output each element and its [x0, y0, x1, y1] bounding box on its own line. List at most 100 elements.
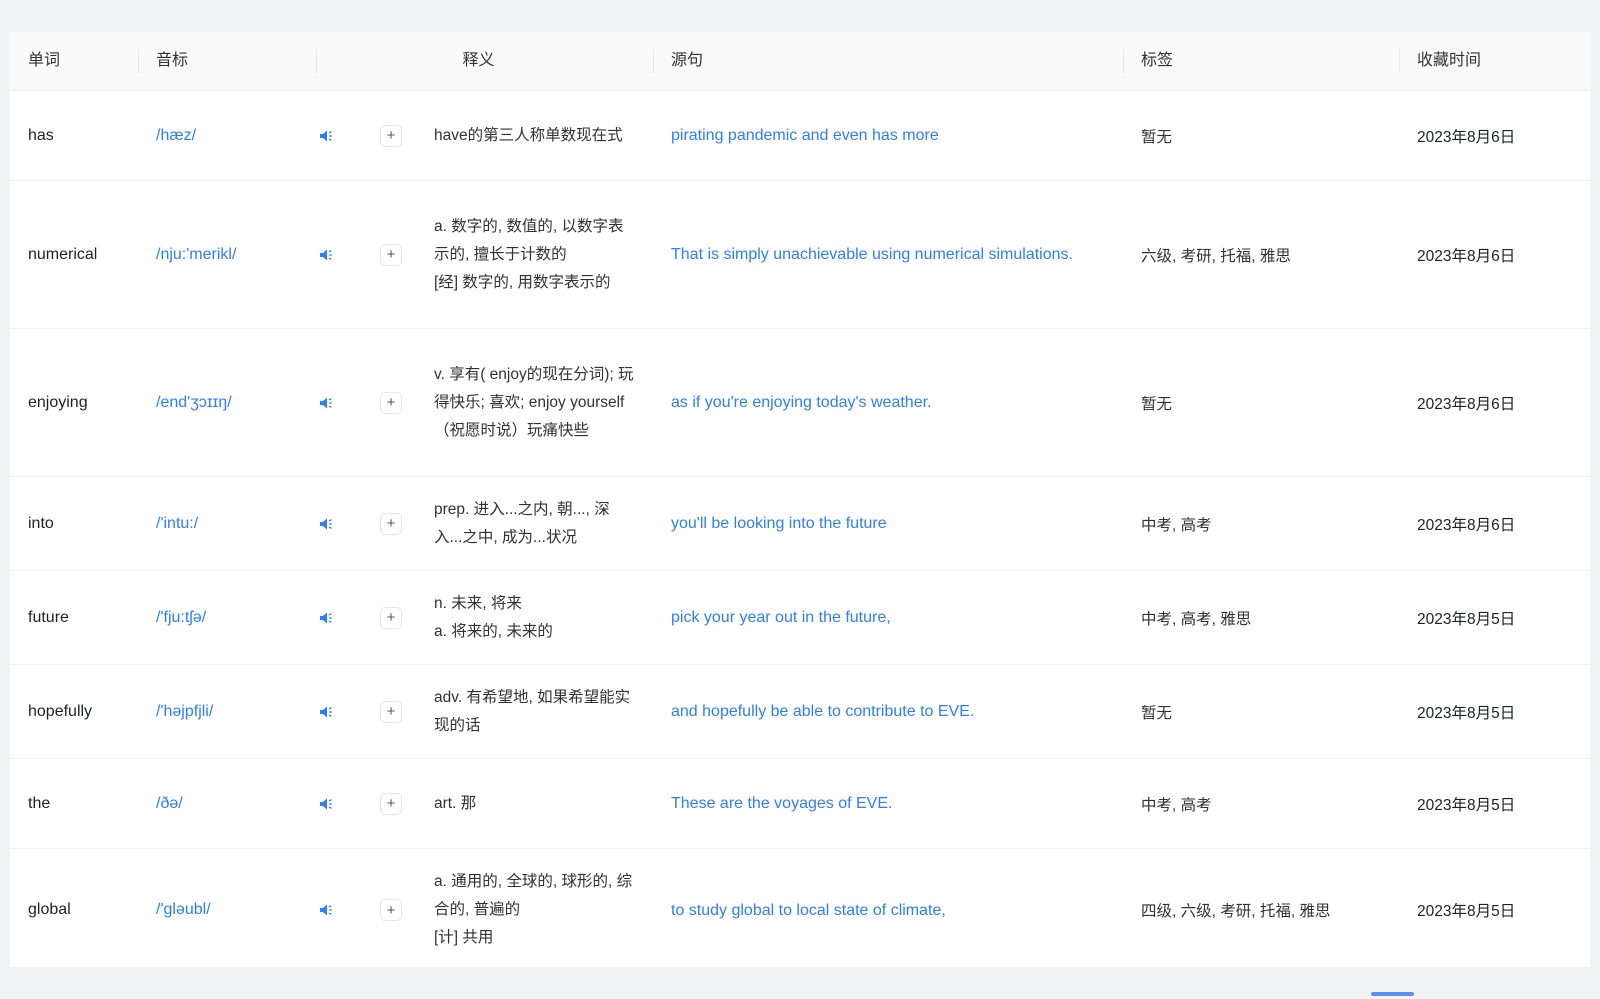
cell-word: into [10, 515, 138, 533]
cell-sentence[interactable]: as if you're enjoying today's weather. [653, 381, 1123, 424]
cell-tags: 四级, 六级, 考研, 托福, 雅思 [1123, 899, 1399, 921]
add-to-list-button[interactable]: + [380, 392, 402, 414]
definition-text: art. 那 [434, 795, 476, 812]
sentence-text: These are the voyages of EVE. [671, 795, 892, 812]
tags-text: 中考, 高考 [1141, 513, 1212, 535]
cell-sentence[interactable]: That is simply unachievable using numeri… [653, 233, 1123, 276]
cell-word: has [10, 127, 138, 145]
phonetic-text: /nju:'merikl/ [156, 246, 236, 264]
phonetic-text: /hæz/ [156, 127, 196, 145]
speaker-icon[interactable] [316, 793, 338, 815]
cell-phonetic: /nju:'merikl/ [138, 246, 316, 264]
cell-phonetic: /'gləubl/ [138, 901, 316, 919]
cell-definition: have的第三人称单数现在式 [416, 114, 653, 158]
definition-text: have的第三人称单数现在式 [434, 127, 623, 144]
word-text: global [28, 901, 71, 919]
speaker-icon[interactable] [316, 125, 338, 147]
column-header-tags[interactable]: 标签 [1123, 45, 1399, 77]
column-header-word-label: 单词 [28, 45, 60, 77]
speaker-icon[interactable] [316, 513, 338, 535]
table-row[interactable]: the /ðə/ + art. 那 These are the voyages … [10, 759, 1590, 849]
cell-date: 2023年8月5日 [1399, 793, 1589, 815]
tags-text: 暂无 [1141, 125, 1172, 147]
cell-tags: 暂无 [1123, 701, 1399, 723]
cell-date: 2023年8月5日 [1399, 607, 1589, 629]
cell-definition: prep. 进入...之内, 朝..., 深入...之中, 成为...状况 [416, 488, 653, 560]
column-header-definition[interactable]: 释义 [416, 45, 653, 77]
speaker-icon[interactable] [316, 392, 338, 414]
add-to-list-button[interactable]: + [380, 899, 402, 921]
cell-sentence[interactable]: pick your year out in the future, [653, 596, 1123, 639]
table-row[interactable]: has /hæz/ + have的第三人称单数现在式 pirating pand… [10, 91, 1590, 181]
add-to-list-button[interactable]: + [380, 701, 402, 723]
column-header-phonetic[interactable]: 音标 [138, 45, 316, 77]
date-text: 2023年8月5日 [1417, 607, 1515, 629]
add-to-list-button[interactable]: + [380, 607, 402, 629]
date-text: 2023年8月6日 [1417, 392, 1515, 414]
phonetic-text: /'fju:tʃə/ [156, 609, 206, 627]
column-header-word[interactable]: 单词 [10, 45, 138, 77]
cell-sentence[interactable]: and hopefully be able to contribute to E… [653, 690, 1123, 733]
table-row[interactable]: numerical /nju:'merikl/ + a. 数字的, 数值的, 以… [10, 181, 1590, 329]
word-text: has [28, 127, 54, 145]
table-row[interactable]: global /'gləubl/ + a. 通用的, 全球的, 球形的, 综合的… [10, 849, 1590, 967]
column-header-audio [316, 45, 416, 77]
speaker-icon[interactable] [316, 701, 338, 723]
speaker-icon[interactable] [316, 899, 338, 921]
scroll-indicator[interactable] [1371, 992, 1414, 996]
sentence-text: you'll be looking into the future [671, 515, 887, 532]
page-root: 单词 音标 释义 源句 标签 收藏时间 has /hæz/ [0, 0, 1600, 999]
cell-date: 2023年8月5日 [1399, 701, 1589, 723]
table-row[interactable]: future /'fju:tʃə/ + n. 未来, 将来 a. 将来的, 未来… [10, 571, 1590, 665]
cell-sentence[interactable]: you'll be looking into the future [653, 502, 1123, 545]
column-header-tags-label: 标签 [1141, 45, 1173, 77]
cell-word: global [10, 901, 138, 919]
definition-text: n. 未来, 将来 a. 将来的, 未来的 [434, 595, 553, 640]
add-to-list-button[interactable]: + [380, 244, 402, 266]
cell-phonetic: /hæz/ [138, 127, 316, 145]
table-body: has /hæz/ + have的第三人称单数现在式 pirating pand… [10, 91, 1590, 967]
cell-word: enjoying [10, 394, 138, 412]
date-text: 2023年8月5日 [1417, 701, 1515, 723]
cell-sentence[interactable]: to study global to local state of climat… [653, 889, 1123, 932]
sentence-text: as if you're enjoying today's weather. [671, 394, 931, 411]
vocabulary-table-card: 单词 音标 释义 源句 标签 收藏时间 has /hæz/ [10, 32, 1590, 967]
cell-audio-actions: + [316, 513, 416, 535]
sentence-text: pirating pandemic and even has more [671, 127, 939, 144]
phonetic-text: /'gləubl/ [156, 901, 211, 919]
speaker-icon[interactable] [316, 607, 338, 629]
cell-definition: adv. 有希望地, 如果希望能实现的话 [416, 676, 653, 748]
cell-audio-actions: + [316, 899, 416, 921]
add-to-list-button[interactable]: + [380, 513, 402, 535]
cell-sentence[interactable]: pirating pandemic and even has more [653, 114, 1123, 157]
column-header-definition-label: 释义 [462, 45, 494, 77]
add-to-list-button[interactable]: + [380, 125, 402, 147]
sentence-text: pick your year out in the future, [671, 609, 891, 626]
table-row[interactable]: enjoying /end'ʒɔɪɪŋ/ + v. 享有( enjoy的现在分词… [10, 329, 1590, 477]
cell-tags: 暂无 [1123, 392, 1399, 414]
word-text: the [28, 795, 50, 813]
date-text: 2023年8月6日 [1417, 244, 1515, 266]
sentence-text: and hopefully be able to contribute to E… [671, 703, 974, 720]
column-header-date[interactable]: 收藏时间 [1399, 45, 1589, 77]
cell-sentence[interactable]: These are the voyages of EVE. [653, 782, 1123, 825]
add-to-list-button[interactable]: + [380, 793, 402, 815]
sentence-text: That is simply unachievable using numeri… [671, 246, 1073, 263]
table-row[interactable]: into /'intu:/ + prep. 进入...之内, 朝..., 深入.… [10, 477, 1590, 571]
cell-definition: v. 享有( enjoy的现在分词); 玩得快乐; 喜欢; enjoy your… [416, 353, 653, 453]
cell-tags: 暂无 [1123, 125, 1399, 147]
word-text: numerical [28, 246, 97, 264]
speaker-icon[interactable] [316, 244, 338, 266]
tags-text: 四级, 六级, 考研, 托福, 雅思 [1141, 899, 1330, 921]
phonetic-text: /'həjpfjli/ [156, 703, 213, 721]
column-header-sentence[interactable]: 源句 [653, 45, 1123, 77]
sentence-text: to study global to local state of climat… [671, 902, 946, 919]
cell-tags: 六级, 考研, 托福, 雅思 [1123, 244, 1399, 266]
date-text: 2023年8月6日 [1417, 513, 1515, 535]
table-row[interactable]: hopefully /'həjpfjli/ + adv. 有希望地, 如果希望能… [10, 665, 1590, 759]
column-header-date-label: 收藏时间 [1417, 45, 1481, 77]
tags-text: 暂无 [1141, 392, 1172, 414]
cell-date: 2023年8月6日 [1399, 392, 1589, 414]
column-header-sentence-label: 源句 [671, 45, 703, 77]
cell-phonetic: /'həjpfjli/ [138, 703, 316, 721]
